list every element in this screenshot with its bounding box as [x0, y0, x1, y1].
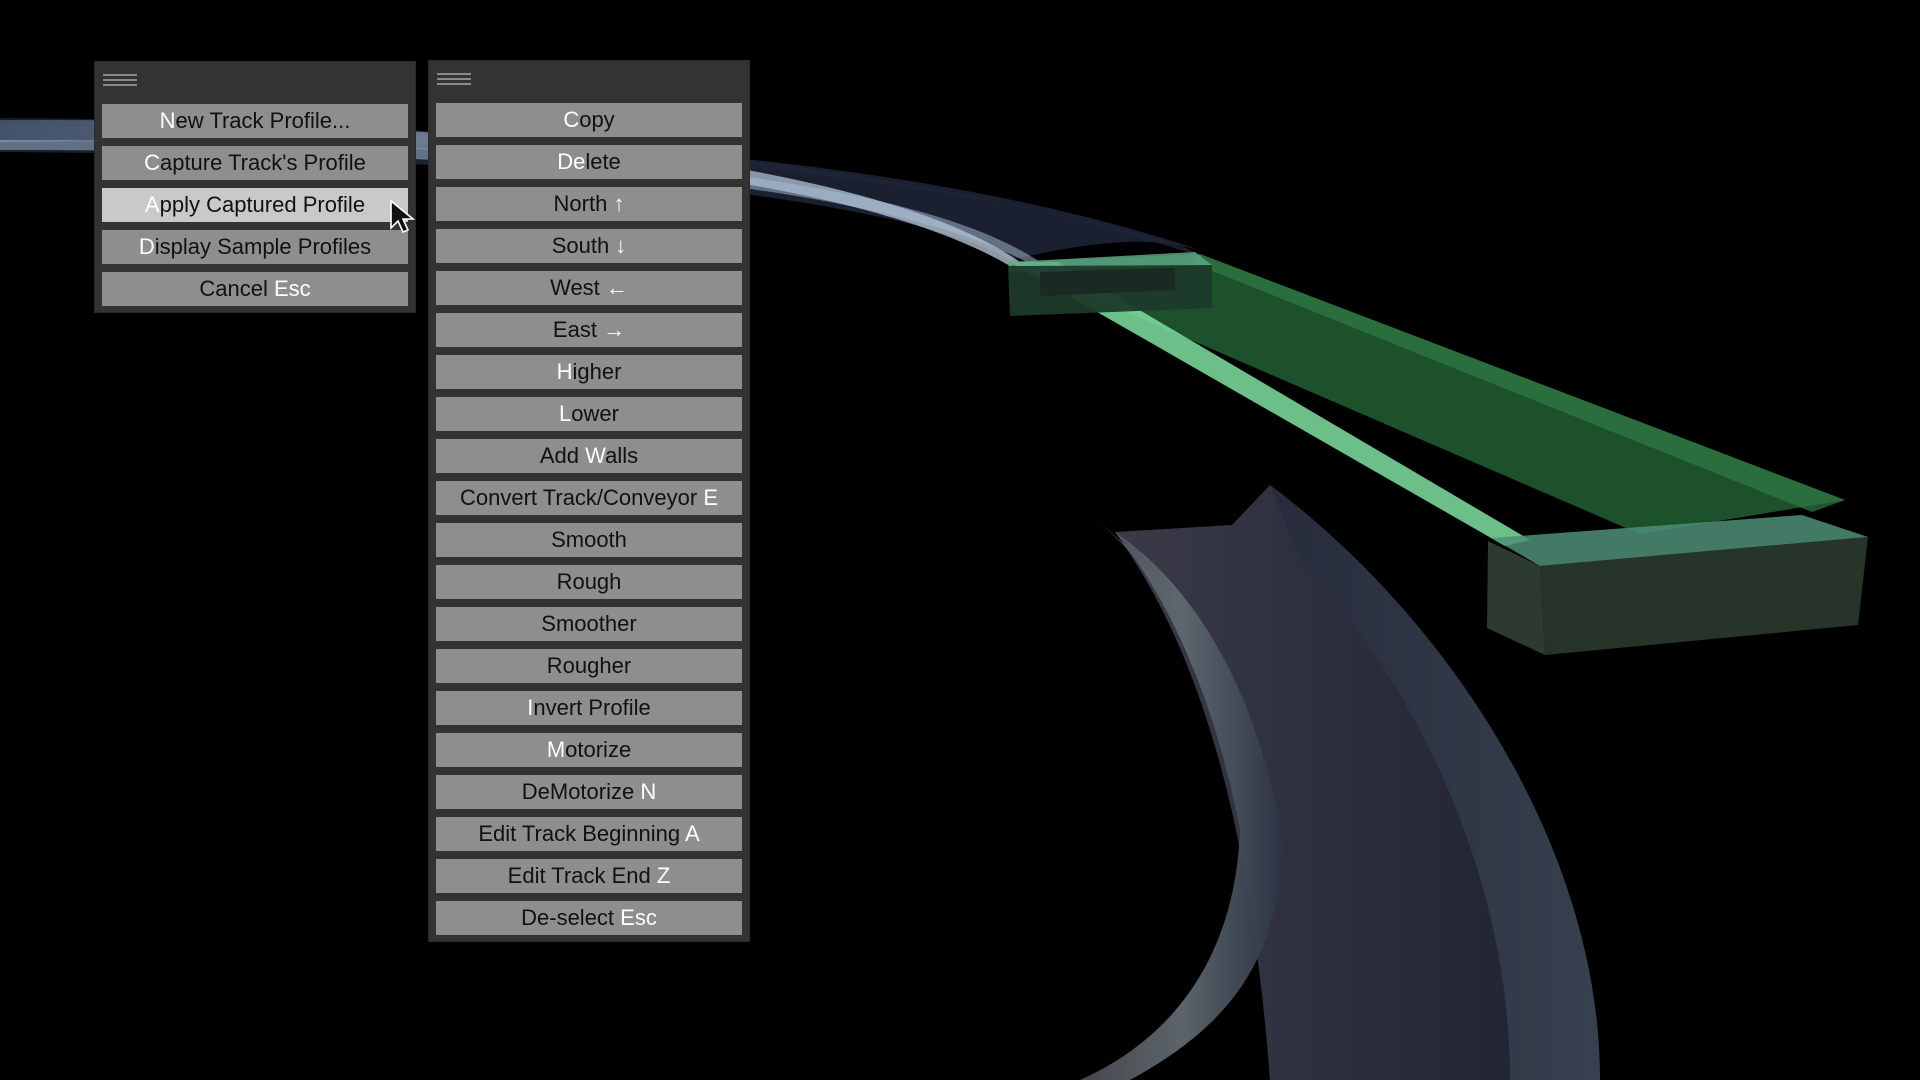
- menu-item-label: opy: [579, 107, 615, 132]
- edit-menu-item-14[interactable]: Invert Profile: [436, 691, 742, 725]
- edit-menu-item-15[interactable]: Motorize: [436, 733, 742, 767]
- edit-menu-item-10[interactable]: Smooth: [436, 523, 742, 557]
- menu-item-label: North: [553, 191, 614, 216]
- hotkey-label: C: [563, 107, 580, 132]
- menu-item-label: igher: [572, 359, 622, 384]
- hotkey-label: Esc: [273, 276, 311, 301]
- hotkey-label: L: [559, 401, 572, 426]
- profile-menu-item-0[interactable]: New Track Profile...: [102, 104, 408, 138]
- edit-menu-item-19[interactable]: De-select Esc: [436, 901, 742, 935]
- menu-item-label: South: [551, 233, 616, 258]
- menu-item-label: De-select: [521, 905, 621, 930]
- menu-item-label: ew Track Profile...: [175, 108, 351, 133]
- menu-item-label: isplay Sample Profiles: [154, 234, 372, 259]
- edit-menu-item-6[interactable]: Higher: [436, 355, 742, 389]
- profile-menu-item-2[interactable]: Apply Captured Profile: [102, 188, 408, 222]
- hotkey-label: W: [585, 443, 606, 468]
- edit-menu-item-16[interactable]: DeMotorize N: [436, 775, 742, 809]
- edit-menu-item-11[interactable]: Rough: [436, 565, 742, 599]
- menu-item-label: ower: [571, 401, 619, 426]
- edit-menu-item-5[interactable]: East →: [436, 313, 742, 347]
- hotkey-label: N: [640, 779, 657, 804]
- hotkey-label: Esc: [620, 905, 657, 930]
- drag-handle-icon[interactable]: [437, 73, 471, 87]
- edit-menu-item-4[interactable]: West ←: [436, 271, 742, 305]
- hotkey-label: A: [685, 821, 700, 846]
- edit-menu-item-8[interactable]: Add Walls: [436, 439, 742, 473]
- menu-item-label: East: [552, 317, 604, 342]
- profile-menu-item-4[interactable]: Cancel Esc: [102, 272, 408, 306]
- menu-item-label: nvert Profile: [533, 695, 651, 720]
- edit-menu-item-0[interactable]: Copy: [436, 103, 742, 137]
- menu-item-label: apture Track's Profile: [159, 150, 366, 175]
- menu-item-label: Add: [539, 443, 586, 468]
- menu-item-label: West: [550, 275, 606, 300]
- mouse-pointer-icon: [390, 200, 416, 234]
- drag-handle-icon[interactable]: [103, 74, 137, 88]
- edit-menu-item-17[interactable]: Edit Track Beginning A: [436, 817, 742, 851]
- hotkey-label: ↑: [613, 191, 625, 216]
- hotkey-label: M: [546, 737, 566, 762]
- menu-item-label: Rough: [556, 569, 622, 594]
- edit-menu-item-7[interactable]: Lower: [436, 397, 742, 431]
- track-profile-menu: New Track Profile... Capture Track's Prof…: [94, 61, 416, 313]
- hotkey-label: N: [159, 108, 176, 133]
- profile-menu-item-3[interactable]: Display Sample Profiles: [102, 230, 408, 264]
- menu-item-label: Smoother: [541, 611, 637, 636]
- hotkey-label: →: [603, 317, 626, 342]
- menu-item-label: alls: [605, 443, 639, 468]
- menu-item-label: Convert Track/Conveyor: [460, 485, 704, 510]
- edit-menu-item-12[interactable]: Smoother: [436, 607, 742, 641]
- track-edit-menu: Copy Delete North ↑ South ↓ West ← East → High…: [428, 60, 750, 942]
- edit-menu-item-1[interactable]: Delete: [436, 145, 742, 179]
- edit-menu-item-9[interactable]: Convert Track/Conveyor E: [436, 481, 742, 515]
- hotkey-label: E: [703, 485, 718, 510]
- menu-item-label: DeMotorize: [521, 779, 641, 804]
- menu-item-label: Edit Track End: [507, 863, 657, 888]
- hotkey-label: H: [556, 359, 573, 384]
- hotkey-label: D: [138, 234, 155, 259]
- menu-item-label: Cancel: [199, 276, 274, 301]
- hotkey-label: A: [144, 192, 160, 217]
- hotkey-label: De: [557, 149, 586, 174]
- menu-item-label: Edit Track Beginning: [478, 821, 685, 846]
- hotkey-label: C: [144, 150, 160, 175]
- hotkey-label: ↓: [615, 233, 627, 258]
- edit-menu-item-3[interactable]: South ↓: [436, 229, 742, 263]
- edit-menu-item-2[interactable]: North ↑: [436, 187, 742, 221]
- 3d-viewport[interactable]: New Track Profile... Capture Track's Prof…: [0, 0, 1920, 1080]
- menu-item-label: pply Captured Profile: [159, 192, 366, 217]
- edit-menu-item-13[interactable]: Rougher: [436, 649, 742, 683]
- menu-item-label: Smooth: [551, 527, 627, 552]
- menu-item-label: Rougher: [546, 653, 632, 678]
- menu-item-label: ete: [590, 149, 621, 174]
- menu-item-label: otorize: [565, 737, 632, 762]
- hotkey-label: ←: [605, 275, 628, 300]
- profile-menu-item-1[interactable]: Capture Track's Profile: [102, 146, 408, 180]
- edit-menu-item-18[interactable]: Edit Track End Z: [436, 859, 742, 893]
- hotkey-label: Z: [656, 863, 671, 888]
